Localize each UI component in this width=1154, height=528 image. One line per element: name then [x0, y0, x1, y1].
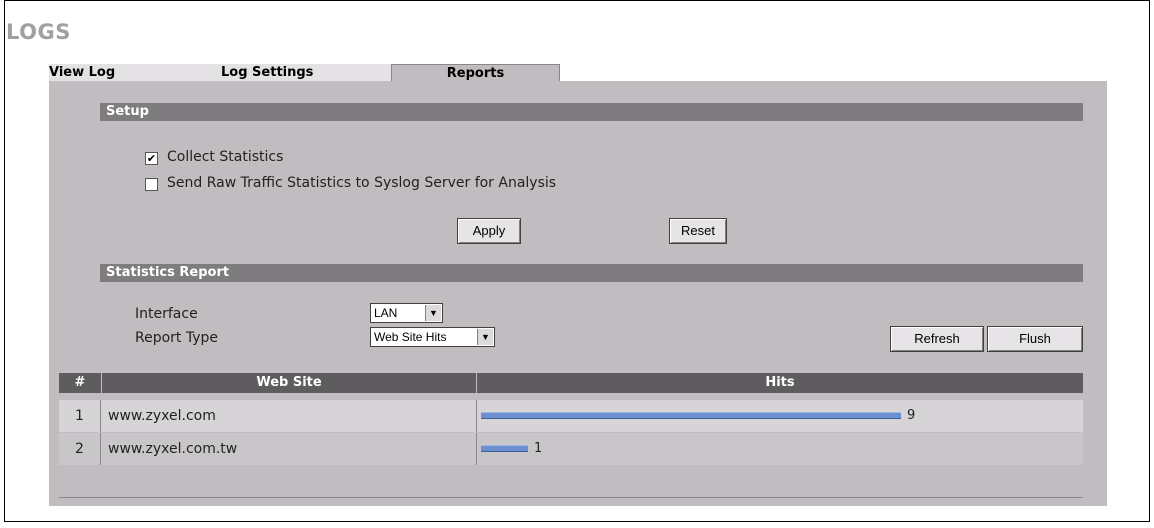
interface-select[interactable]: LAN ▼: [370, 303, 443, 323]
row-index: 2: [59, 433, 101, 465]
tab-reports[interactable]: Reports: [391, 64, 560, 82]
interface-value: LAN: [374, 306, 398, 320]
table-row: 2 www.zyxel.com.tw 1: [59, 433, 1083, 465]
page-title: LOGS: [6, 20, 71, 44]
statistics-report-section-header: Statistics Report: [100, 264, 1083, 282]
hits-value: 1: [534, 441, 543, 456]
checkmark-icon: ✔: [146, 152, 157, 165]
report-type-value: Web Site Hits: [374, 330, 447, 344]
row-index: 1: [59, 400, 101, 432]
tab-label: View Log: [49, 65, 116, 80]
setup-section-header: Setup: [100, 103, 1083, 121]
report-type-select[interactable]: Web Site Hits ▼: [370, 327, 495, 347]
table-row: 1 www.zyxel.com 9: [59, 400, 1083, 432]
tab-log-settings[interactable]: Log Settings: [169, 64, 391, 82]
hits-bar: [481, 412, 901, 419]
interface-label: Interface: [135, 306, 198, 322]
row-hits: 1: [477, 433, 1083, 465]
row-web-site: www.zyxel.com: [102, 400, 477, 432]
apply-button[interactable]: Apply: [457, 218, 521, 244]
row-web-site: www.zyxel.com.tw: [102, 433, 477, 465]
chevron-down-icon: ▼: [425, 305, 441, 321]
refresh-button[interactable]: Refresh: [890, 326, 984, 352]
column-header-index: #: [59, 373, 101, 393]
collect-statistics-checkbox[interactable]: ✔: [145, 152, 158, 165]
row-hits: 9: [477, 400, 1083, 432]
tab-label: Log Settings: [221, 65, 314, 80]
report-type-label: Report Type: [135, 330, 219, 346]
send-raw-traffic-label: Send Raw Traffic Statistics to Syslog Se…: [167, 175, 557, 191]
reset-button[interactable]: Reset: [669, 218, 727, 244]
column-header-hits: Hits: [477, 373, 1083, 393]
tab-label: Reports: [446, 66, 505, 81]
flush-button[interactable]: Flush: [987, 326, 1083, 352]
hits-value: 9: [907, 408, 916, 423]
tab-view-log[interactable]: View Log: [49, 64, 169, 82]
hits-bar: [481, 445, 528, 452]
column-header-web-site: Web Site: [102, 373, 476, 393]
bottom-divider: [59, 497, 1083, 498]
chevron-down-icon: ▼: [477, 329, 493, 345]
send-raw-traffic-checkbox[interactable]: [145, 178, 158, 191]
collect-statistics-label: Collect Statistics: [167, 149, 284, 165]
